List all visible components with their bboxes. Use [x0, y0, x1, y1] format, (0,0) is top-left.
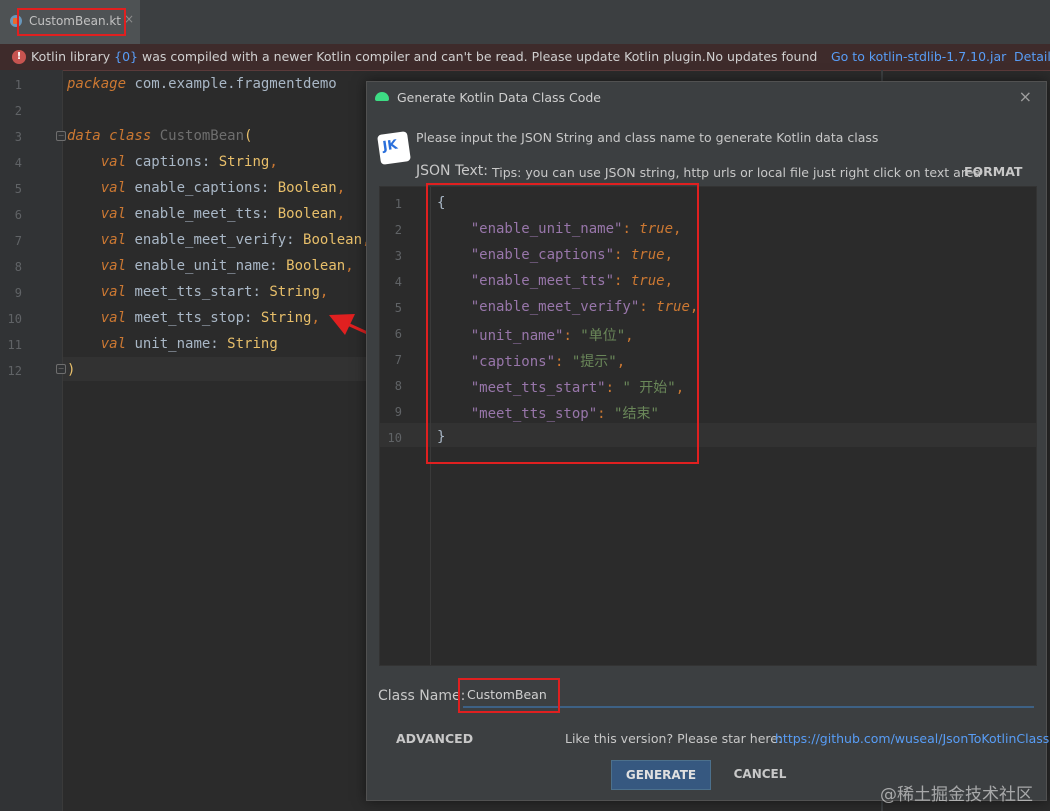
watermark: @稀土掘金技术社区: [880, 785, 1033, 805]
github-link[interactable]: https://github.com/wuseal/JsonToKotlinCl…: [775, 731, 1049, 746]
line-number: 11: [7, 338, 22, 352]
android-icon: [375, 92, 389, 101]
json-line-number: 8: [394, 379, 402, 393]
json-line-number: 7: [394, 353, 402, 367]
editor-tab-bar: CustomBean.kt ×: [0, 0, 1050, 45]
code-line-property[interactable]: val unit_name: String: [67, 336, 278, 352]
line-number: 10: [7, 312, 22, 326]
json-line-number: 3: [394, 249, 402, 263]
annotation-box-json: [426, 183, 699, 464]
json-line-number: 1: [394, 197, 402, 211]
code-line-package[interactable]: package com.example.fragmentdemo: [67, 76, 337, 92]
generate-kotlin-dialog: Generate Kotlin Data Class Code × JK Ple…: [366, 81, 1049, 801]
line-number: 8: [14, 260, 22, 274]
json-text-label: JSON Text:: [416, 163, 488, 179]
code-line-property[interactable]: val meet_tts_stop: String,: [67, 310, 320, 326]
code-line-property[interactable]: val captions: String,: [67, 154, 278, 170]
banner-message: Kotlin library {0} was compiled with a n…: [31, 49, 706, 64]
code-line-close[interactable]: ): [67, 362, 75, 378]
dialog-description: Please input the JSON String and class n…: [416, 130, 879, 145]
details-link[interactable]: Details: [1014, 49, 1050, 64]
annotation-box-classname: [458, 678, 560, 713]
code-line-property[interactable]: val enable_meet_verify: Boolean,: [67, 232, 371, 248]
star-prompt-text: Like this version? Please star here:: [565, 731, 783, 746]
dialog-close-icon[interactable]: ×: [1019, 87, 1032, 106]
fold-icon-end[interactable]: −: [56, 364, 66, 374]
advanced-button[interactable]: ADVANCED: [396, 731, 473, 746]
json-to-kotlin-logo-icon: JK: [377, 131, 411, 165]
json-line-number: 10: [387, 431, 402, 445]
format-button[interactable]: FORMAT: [964, 164, 1022, 179]
line-number: 12: [7, 364, 22, 378]
line-number: 6: [14, 208, 22, 222]
line-number: 9: [14, 286, 22, 300]
goto-stdlib-link[interactable]: Go to kotlin-stdlib-1.7.10.jar: [831, 49, 1006, 64]
fold-icon-start[interactable]: −: [56, 131, 66, 141]
code-line-property[interactable]: val meet_tts_start: String,: [67, 284, 329, 300]
error-icon: !: [12, 50, 26, 64]
code-line-property[interactable]: val enable_captions: Boolean,: [67, 180, 345, 196]
dialog-title: Generate Kotlin Data Class Code: [397, 90, 601, 105]
line-number: 2: [14, 104, 22, 118]
line-number: 3: [14, 130, 22, 144]
code-line-class[interactable]: data class CustomBean(: [67, 128, 252, 144]
cancel-button[interactable]: CANCEL: [725, 760, 795, 790]
code-line-property[interactable]: val enable_meet_tts: Boolean,: [67, 206, 345, 222]
json-line-number: 2: [394, 223, 402, 237]
json-line-number: 9: [394, 405, 402, 419]
line-number: 4: [14, 156, 22, 170]
code-line-property[interactable]: val enable_unit_name: Boolean,: [67, 258, 354, 274]
no-updates-text: No updates found: [706, 49, 818, 64]
annotation-box-tab: [17, 8, 126, 36]
kotlin-warning-banner: ! Kotlin library {0} was compiled with a…: [0, 44, 1050, 71]
json-tips-text: Tips: you can use JSON string, http urls…: [492, 165, 982, 180]
line-number: 7: [14, 234, 22, 248]
generate-button[interactable]: GENERATE: [611, 760, 711, 790]
json-line-number: 5: [394, 301, 402, 315]
line-number: 1: [14, 78, 22, 92]
class-name-label: Class Name:: [378, 688, 466, 704]
line-number: 5: [14, 182, 22, 196]
json-line-number: 6: [394, 327, 402, 341]
json-line-number: 4: [394, 275, 402, 289]
